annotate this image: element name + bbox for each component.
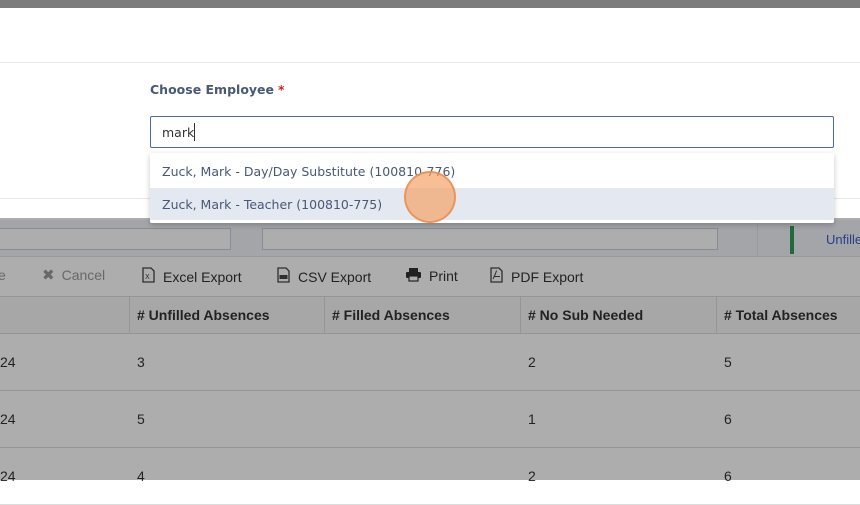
employee-dropdown: Zuck, Mark - Day/Day Substitute (100810-… [150, 153, 834, 223]
top-bar [0, 0, 860, 8]
employee-search-input[interactable] [150, 116, 834, 148]
field-label-text: Choose Employee [150, 82, 275, 97]
choose-employee-label: Choose Employee * [150, 82, 285, 97]
dialog-header-divider [0, 62, 860, 63]
dropdown-option-substitute[interactable]: Zuck, Mark - Day/Day Substitute (100810-… [150, 155, 834, 187]
click-indicator [404, 171, 456, 223]
text-caret [194, 123, 195, 141]
required-marker: * [278, 82, 285, 97]
dropdown-option-teacher[interactable]: Zuck, Mark - Teacher (100810-775) [150, 188, 834, 220]
